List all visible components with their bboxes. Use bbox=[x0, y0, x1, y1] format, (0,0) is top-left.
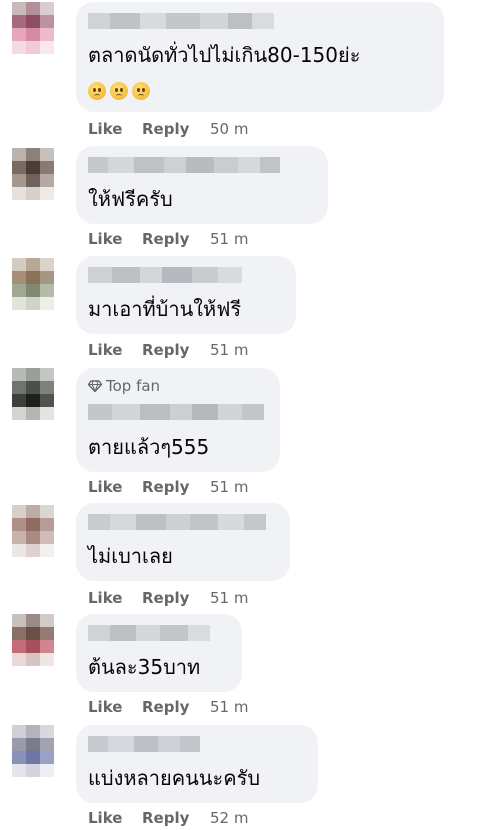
timestamp[interactable]: 51 m bbox=[210, 341, 248, 359]
comment-text: มาเอาที่บ้านให้ฟรี bbox=[88, 297, 242, 321]
reply-button[interactable]: Reply bbox=[142, 698, 210, 716]
author-name-blurred[interactable] bbox=[88, 157, 280, 173]
comment-actions: Like Reply 51 m bbox=[88, 698, 248, 716]
reply-button[interactable]: Reply bbox=[142, 809, 210, 827]
like-button[interactable]: Like bbox=[88, 589, 142, 607]
comment-text: ให้ฟรีครับ bbox=[88, 187, 173, 211]
comment-text: แบ่งหลายคนนะครับ bbox=[88, 766, 261, 790]
comment-bubble: ต้นละ35บาท bbox=[76, 614, 242, 692]
top-fan-badge: Top fan bbox=[88, 377, 160, 395]
comment-bubble: ไม่เบาเลย bbox=[76, 503, 290, 581]
comment-bubble: ตลาดนัดทั่วไปไม่เกิน80-150ย่ะ bbox=[76, 2, 444, 112]
sad-face-icon bbox=[132, 82, 150, 100]
avatar[interactable] bbox=[12, 2, 54, 54]
comment-text: ตลาดนัดทั่วไปไม่เกิน80-150ย่ะ bbox=[88, 43, 361, 67]
emoji-row bbox=[88, 82, 150, 100]
comment-text: ต้นละ35บาท bbox=[88, 655, 201, 679]
author-name-blurred[interactable] bbox=[88, 625, 210, 641]
timestamp[interactable]: 51 m bbox=[210, 230, 248, 248]
diamond-icon bbox=[88, 380, 102, 393]
reply-button[interactable]: Reply bbox=[142, 230, 210, 248]
reply-button[interactable]: Reply bbox=[142, 120, 210, 138]
avatar[interactable] bbox=[12, 258, 54, 310]
avatar[interactable] bbox=[12, 725, 54, 777]
badge-label: Top fan bbox=[106, 377, 161, 395]
timestamp[interactable]: 51 m bbox=[210, 478, 248, 496]
like-button[interactable]: Like bbox=[88, 478, 142, 496]
comment-actions: Like Reply 51 m bbox=[88, 589, 248, 607]
author-name-blurred[interactable] bbox=[88, 267, 242, 283]
comment-bubble: Top fan ตายแล้วๆ555 bbox=[76, 368, 280, 472]
timestamp[interactable]: 50 m bbox=[210, 120, 248, 138]
comment-bubble: แบ่งหลายคนนะครับ bbox=[76, 725, 318, 803]
avatar[interactable] bbox=[12, 505, 54, 557]
reply-button[interactable]: Reply bbox=[142, 478, 210, 496]
comment-actions: Like Reply 51 m bbox=[88, 341, 248, 359]
comment-text: ไม่เบาเลย bbox=[88, 544, 173, 568]
author-name-blurred[interactable] bbox=[88, 736, 200, 752]
timestamp[interactable]: 52 m bbox=[210, 809, 248, 827]
comment-actions: Like Reply 51 m bbox=[88, 478, 248, 496]
comment-bubble: มาเอาที่บ้านให้ฟรี bbox=[76, 256, 296, 334]
like-button[interactable]: Like bbox=[88, 341, 142, 359]
reply-button[interactable]: Reply bbox=[142, 589, 210, 607]
sad-face-icon bbox=[110, 82, 128, 100]
reply-button[interactable]: Reply bbox=[142, 341, 210, 359]
author-name-blurred[interactable] bbox=[88, 404, 264, 420]
avatar[interactable] bbox=[12, 368, 54, 420]
comment-actions: Like Reply 52 m bbox=[88, 809, 248, 827]
comment-actions: Like Reply 50 m bbox=[88, 120, 248, 138]
avatar[interactable] bbox=[12, 614, 54, 666]
like-button[interactable]: Like bbox=[88, 698, 142, 716]
avatar[interactable] bbox=[12, 148, 54, 200]
like-button[interactable]: Like bbox=[88, 809, 142, 827]
comment-bubble: ให้ฟรีครับ bbox=[76, 146, 328, 224]
sad-face-icon bbox=[88, 82, 106, 100]
like-button[interactable]: Like bbox=[88, 230, 142, 248]
timestamp[interactable]: 51 m bbox=[210, 698, 248, 716]
like-button[interactable]: Like bbox=[88, 120, 142, 138]
comment-text: ตายแล้วๆ555 bbox=[88, 435, 210, 459]
comment-actions: Like Reply 51 m bbox=[88, 230, 248, 248]
timestamp[interactable]: 51 m bbox=[210, 589, 248, 607]
author-name-blurred[interactable] bbox=[88, 13, 274, 29]
author-name-blurred[interactable] bbox=[88, 514, 266, 530]
